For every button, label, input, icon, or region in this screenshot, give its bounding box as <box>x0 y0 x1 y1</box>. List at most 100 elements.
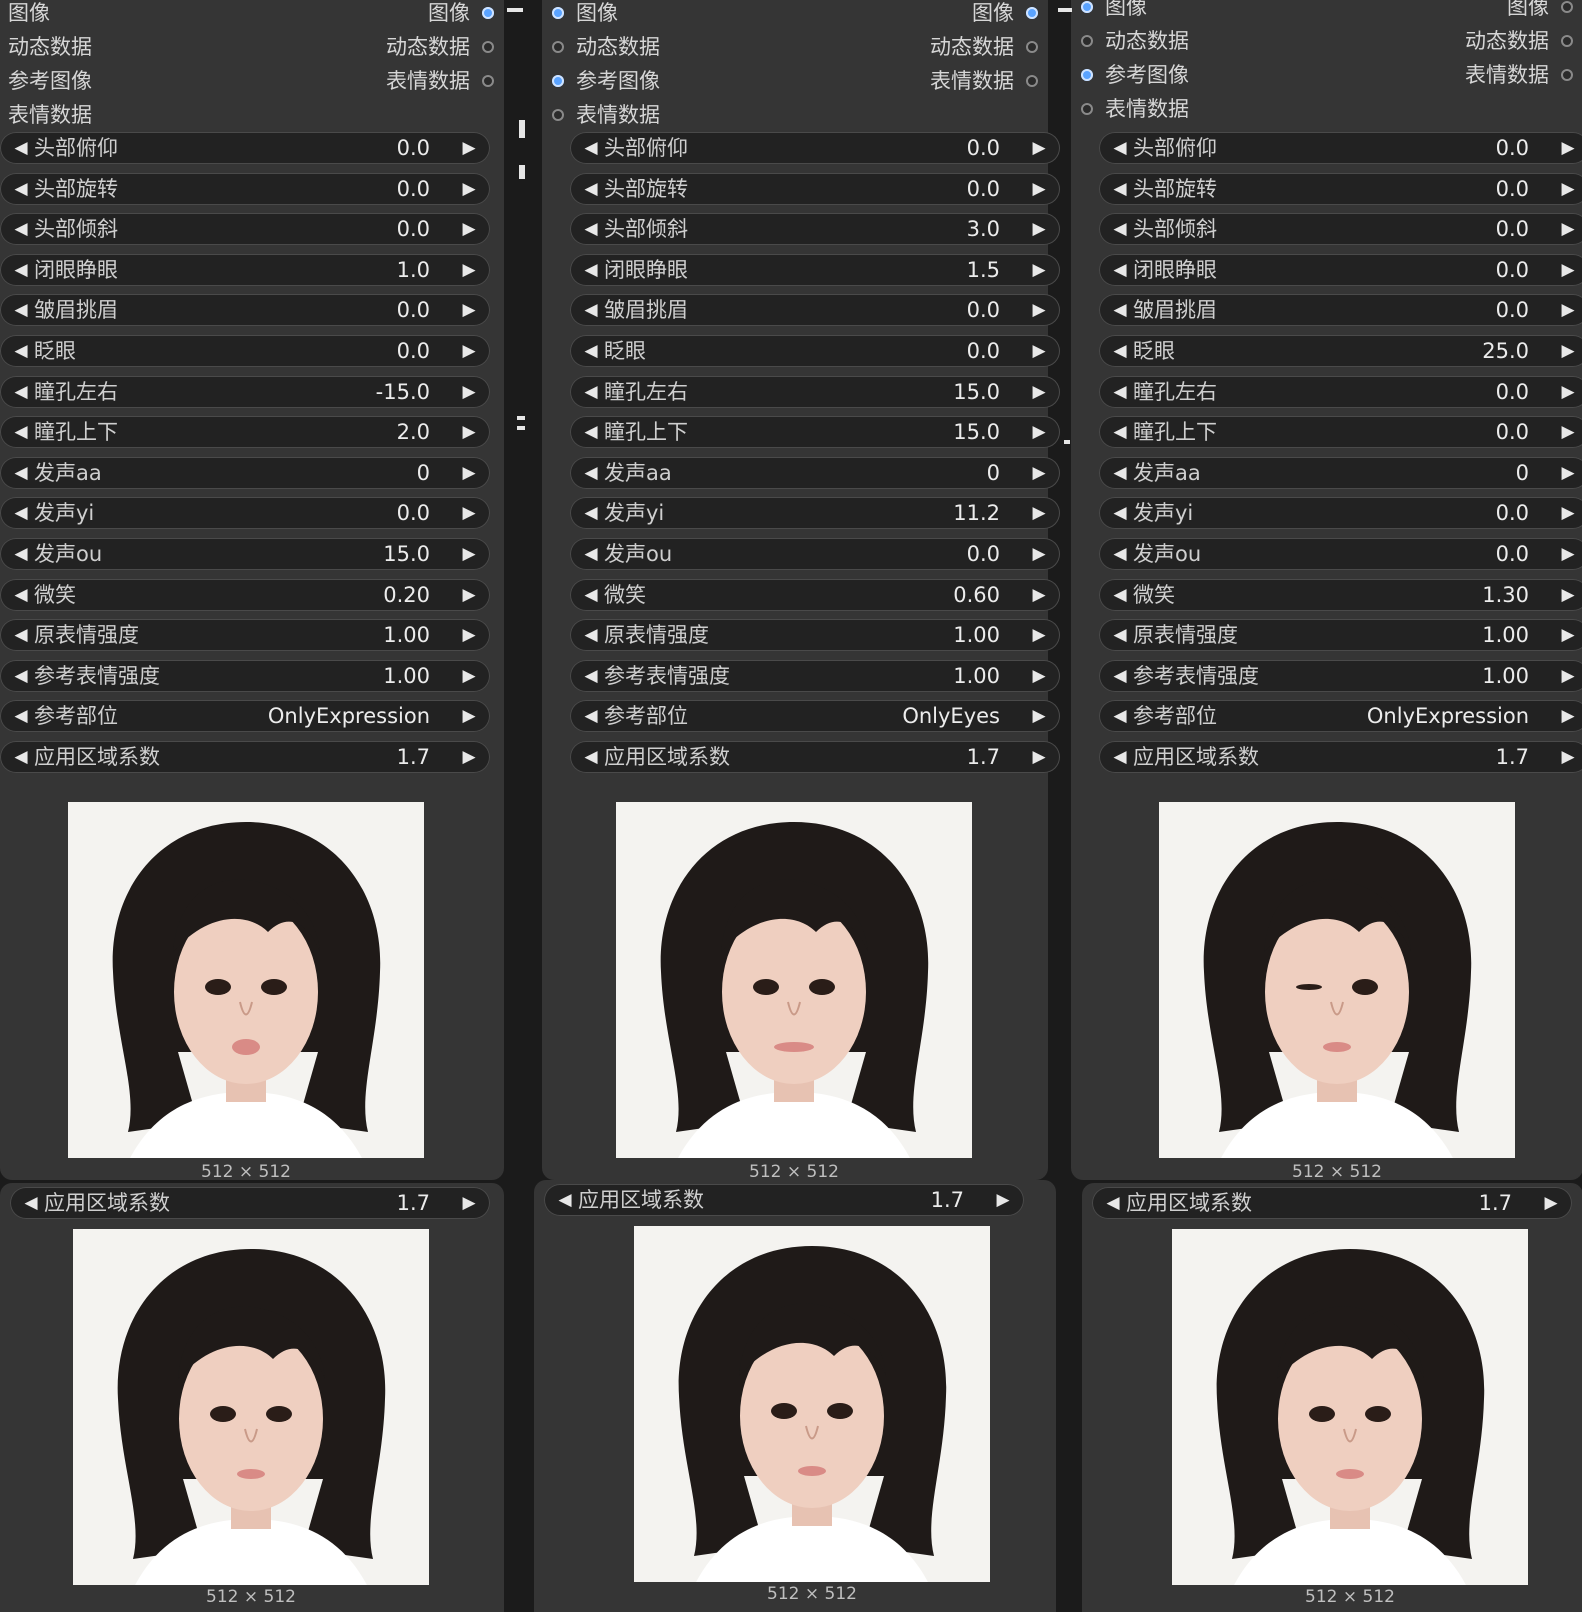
left-arrow-icon[interactable]: ◀ <box>580 660 602 692</box>
left-arrow-icon[interactable]: ◀ <box>10 173 32 205</box>
left-arrow-icon[interactable]: ◀ <box>10 254 32 286</box>
left-arrow-icon[interactable]: ◀ <box>1109 700 1131 732</box>
right-arrow-icon[interactable]: ▶ <box>1028 416 1050 448</box>
widget-7[interactable]: ◀ 瞳孔左右 0.0 ▶ <box>1099 375 1582 408</box>
widget-10[interactable]: ◀ 发声yi 11.2 ▶ <box>570 497 1060 530</box>
widget-6[interactable]: ◀ 眨眼 0.0 ▶ <box>0 335 490 367</box>
left-arrow-icon[interactable]: ◀ <box>10 497 32 529</box>
widget-value[interactable]: 0 <box>417 457 430 489</box>
right-arrow-icon[interactable]: ▶ <box>1028 741 1050 773</box>
right-arrow-icon[interactable]: ▶ <box>458 254 480 286</box>
input-slot-dot[interactable] <box>1081 103 1093 115</box>
right-arrow-icon[interactable]: ▶ <box>1557 457 1579 489</box>
widget-value[interactable]: 0.0 <box>1496 497 1529 529</box>
widget-8[interactable]: ◀ 瞳孔上下 15.0 ▶ <box>570 416 1060 449</box>
widget-value[interactable]: 1.7 <box>397 1187 430 1219</box>
left-arrow-icon[interactable]: ◀ <box>1109 173 1131 205</box>
widget-16[interactable]: ◀ 应用区域系数 1.7 ▶ <box>570 741 1060 773</box>
right-arrow-icon[interactable]: ▶ <box>1028 173 1050 205</box>
widget-value[interactable]: 25.0 <box>1482 335 1529 367</box>
widget-10[interactable]: ◀ 发声yi 0.0 ▶ <box>1099 497 1582 530</box>
right-arrow-icon[interactable]: ▶ <box>1557 335 1579 367</box>
widget-15[interactable]: ◀ 参考部位 OnlyEyes ▶ <box>570 700 1060 733</box>
right-arrow-icon[interactable]: ▶ <box>1557 660 1579 692</box>
widget-value[interactable]: 1.00 <box>1482 660 1529 692</box>
widget-value[interactable]: 0.0 <box>1496 213 1529 245</box>
expression-apply-node[interactable]: ◀ 应用区域系数 1.7 ▶ 512 × 512 <box>1082 1183 1582 1612</box>
widget-9[interactable]: ◀ 发声aa 0 ▶ <box>570 456 1060 489</box>
right-arrow-icon[interactable]: ▶ <box>1028 497 1050 529</box>
output-image-preview[interactable] <box>73 1229 429 1585</box>
widget-1[interactable]: ◀ 头部俯仰 0.0 ▶ <box>0 132 490 164</box>
widget-6[interactable]: ◀ 眨眼 25.0 ▶ <box>1099 335 1582 367</box>
widget-value[interactable]: OnlyExpression <box>1367 700 1529 732</box>
left-arrow-icon[interactable]: ◀ <box>580 538 602 570</box>
left-arrow-icon[interactable]: ◀ <box>1109 213 1131 245</box>
left-arrow-icon[interactable]: ◀ <box>580 132 602 164</box>
widget-14[interactable]: ◀ 参考表情强度 1.00 ▶ <box>1099 659 1582 692</box>
widget-value[interactable]: 0.0 <box>967 335 1000 367</box>
left-arrow-icon[interactable]: ◀ <box>10 335 32 367</box>
widget-value[interactable]: 0.0 <box>967 538 1000 570</box>
left-arrow-icon[interactable]: ◀ <box>580 457 602 489</box>
widget-7[interactable]: ◀ 瞳孔左右 -15.0 ▶ <box>0 375 490 408</box>
left-arrow-icon[interactable]: ◀ <box>10 457 32 489</box>
left-arrow-icon[interactable]: ◀ <box>580 579 602 611</box>
widget-value[interactable]: 11.2 <box>953 497 1000 529</box>
right-arrow-icon[interactable]: ▶ <box>458 376 480 408</box>
widget-11[interactable]: ◀ 发声ou 0.0 ▶ <box>1099 538 1582 570</box>
right-arrow-icon[interactable]: ▶ <box>1557 700 1579 732</box>
left-arrow-icon[interactable]: ◀ <box>580 741 602 773</box>
left-arrow-icon[interactable]: ◀ <box>1109 457 1131 489</box>
widget-7[interactable]: ◀ 瞳孔左右 15.0 ▶ <box>570 375 1060 408</box>
right-arrow-icon[interactable]: ▶ <box>1557 741 1579 773</box>
expression-apply-node[interactable]: ◀ 应用区域系数 1.7 ▶ 512 × 512 <box>534 1180 1056 1612</box>
widget-13[interactable]: ◀ 原表情强度 1.00 ▶ <box>0 619 490 652</box>
widget-value[interactable]: 1.0 <box>397 254 430 286</box>
widget-14[interactable]: ◀ 参考表情强度 1.00 ▶ <box>0 659 490 692</box>
bottom-widget[interactable]: ◀ 应用区域系数 1.7 ▶ <box>544 1184 1024 1216</box>
left-arrow-icon[interactable]: ◀ <box>10 132 32 164</box>
left-arrow-icon[interactable]: ◀ <box>580 335 602 367</box>
input-slot-dot[interactable] <box>1081 69 1093 81</box>
widget-value[interactable]: 15.0 <box>953 376 1000 408</box>
left-arrow-icon[interactable]: ◀ <box>20 1187 42 1219</box>
widget-11[interactable]: ◀ 发声ou 0.0 ▶ <box>570 538 1060 570</box>
output-slot-dot[interactable] <box>482 41 494 53</box>
left-arrow-icon[interactable]: ◀ <box>10 416 32 448</box>
right-arrow-icon[interactable]: ▶ <box>458 741 480 773</box>
left-arrow-icon[interactable]: ◀ <box>10 700 32 732</box>
widget-value[interactable]: 1.00 <box>953 660 1000 692</box>
widget-value[interactable]: OnlyEyes <box>902 700 1000 732</box>
left-arrow-icon[interactable]: ◀ <box>1109 538 1131 570</box>
right-arrow-icon[interactable]: ▶ <box>1028 335 1050 367</box>
output-slot-dot[interactable] <box>482 7 494 19</box>
widget-6[interactable]: ◀ 眨眼 0.0 ▶ <box>570 335 1060 367</box>
output-slot-dot[interactable] <box>1561 69 1573 81</box>
output-slot-dot[interactable] <box>1561 35 1573 47</box>
right-arrow-icon[interactable]: ▶ <box>458 213 480 245</box>
widget-1[interactable]: ◀ 头部俯仰 0.0 ▶ <box>1099 132 1582 164</box>
right-arrow-icon[interactable]: ▶ <box>458 335 480 367</box>
left-arrow-icon[interactable]: ◀ <box>580 376 602 408</box>
widget-value[interactable]: 0.0 <box>397 497 430 529</box>
input-slot-dot[interactable] <box>1081 1 1093 13</box>
right-arrow-icon[interactable]: ▶ <box>1557 538 1579 570</box>
left-arrow-icon[interactable]: ◀ <box>1109 741 1131 773</box>
right-arrow-icon[interactable]: ▶ <box>458 660 480 692</box>
output-image-preview[interactable] <box>616 802 972 1158</box>
right-arrow-icon[interactable]: ▶ <box>458 457 480 489</box>
left-arrow-icon[interactable]: ◀ <box>10 213 32 245</box>
widget-15[interactable]: ◀ 参考部位 OnlyExpression ▶ <box>1099 700 1582 733</box>
widget-12[interactable]: ◀ 微笑 1.30 ▶ <box>1099 578 1582 611</box>
input-slot-dot[interactable] <box>1081 35 1093 47</box>
widget-value[interactable]: 0.0 <box>397 213 430 245</box>
left-arrow-icon[interactable]: ◀ <box>1109 132 1131 164</box>
widget-16[interactable]: ◀ 应用区域系数 1.7 ▶ <box>1099 741 1582 773</box>
output-image-preview[interactable] <box>1172 1229 1528 1585</box>
right-arrow-icon[interactable]: ▶ <box>1557 376 1579 408</box>
widget-3[interactable]: ◀ 头部倾斜 0.0 ▶ <box>1099 213 1582 246</box>
widget-4[interactable]: ◀ 闭眼睁眼 1.0 ▶ <box>0 253 490 286</box>
right-arrow-icon[interactable]: ▶ <box>1557 213 1579 245</box>
widget-1[interactable]: ◀ 头部俯仰 0.0 ▶ <box>570 132 1060 164</box>
